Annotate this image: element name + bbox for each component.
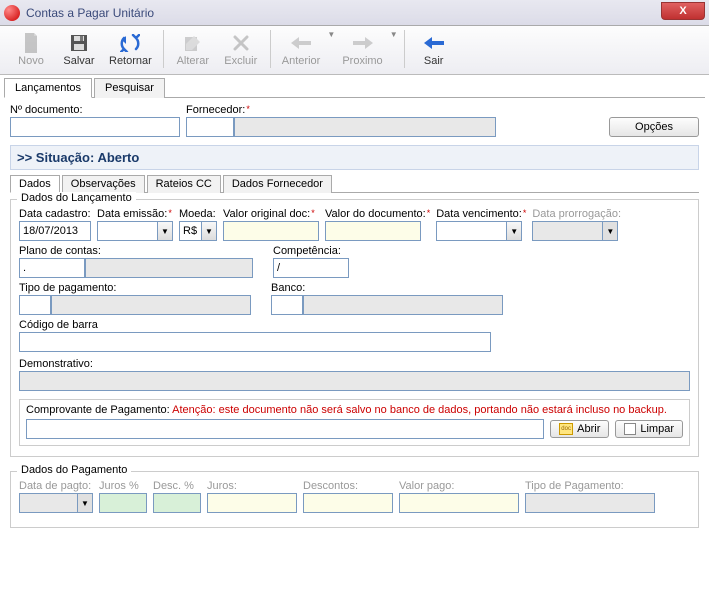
data-cadastro-label: Data cadastro:	[19, 208, 91, 220]
demonstrativo-label: Demonstrativo:	[19, 358, 690, 370]
valor-original-label: Valor original doc:	[223, 208, 319, 220]
codigo-barra-label: Código de barra	[19, 319, 491, 331]
data-prorrogacao-dropdown: ▼	[602, 221, 618, 241]
undo-icon	[120, 33, 140, 53]
banco-desc[interactable]	[303, 295, 503, 315]
tipo-pagamento-code[interactable]	[19, 295, 51, 315]
data-emissao-input[interactable]	[97, 221, 157, 241]
data-emissao-dropdown[interactable]: ▼	[157, 221, 173, 241]
comprovante-warning: Atenção: este documento não será salvo n…	[172, 404, 667, 416]
group-lancamento-title: Dados do Lançamento	[17, 192, 136, 204]
comprovante-label: Comprovante de Pagamento:	[26, 404, 172, 416]
group-pagamento-title: Dados do Pagamento	[17, 464, 131, 476]
juros-label: Juros:	[207, 480, 297, 492]
close-button[interactable]: X	[661, 2, 705, 20]
tab-lancamentos[interactable]: Lançamentos	[4, 78, 92, 98]
tipo-pagamento-label: Tipo de pagamento:	[19, 282, 251, 294]
data-emissao-label: Data emissão:	[97, 208, 173, 220]
fornecedor-desc-input[interactable]	[234, 117, 496, 137]
data-prorrogacao-label: Data prorrogação:	[532, 208, 621, 220]
tipo-pagamento-desc[interactable]	[51, 295, 251, 315]
status-section: >> Situação: Aberto	[10, 145, 699, 170]
moeda-input[interactable]	[179, 221, 201, 241]
valor-pago-label: Valor pago:	[399, 480, 519, 492]
banco-label: Banco:	[271, 282, 503, 294]
novo-button[interactable]: Novo	[8, 30, 54, 70]
clear-icon	[624, 423, 636, 435]
data-cadastro-input[interactable]	[19, 221, 91, 241]
app-icon	[4, 5, 20, 21]
arrow-left-icon	[291, 33, 311, 53]
edit-icon	[183, 33, 203, 53]
save-icon	[69, 33, 89, 53]
descontos-label: Descontos:	[303, 480, 393, 492]
retornar-button[interactable]: Retornar	[104, 30, 157, 70]
valor-pago-input	[399, 493, 519, 513]
proximo-button[interactable]: Proximo	[337, 30, 387, 70]
data-vencimento-input[interactable]	[436, 221, 506, 241]
valor-documento-label: Valor do documento:	[325, 208, 430, 220]
comprovante-box: Comprovante de Pagamento: Atenção: este …	[19, 399, 690, 446]
desc-pct-label: Desc. %	[153, 480, 201, 492]
plano-contas-desc[interactable]	[85, 258, 253, 278]
window-title: Contas a Pagar Unitário	[26, 6, 154, 20]
subtab-dados[interactable]: Dados	[10, 175, 60, 193]
num-documento-label: Nº documento:	[10, 104, 180, 116]
subtab-dados-fornecedor[interactable]: Dados Fornecedor	[223, 175, 332, 193]
proximo-dropdown[interactable]: ▼	[390, 30, 398, 39]
valor-original-input[interactable]	[223, 221, 319, 241]
moeda-dropdown[interactable]: ▼	[201, 221, 217, 241]
opcoes-button[interactable]: Opções	[609, 117, 699, 137]
salvar-button[interactable]: Salvar	[56, 30, 102, 70]
toolbar: Novo Salvar Retornar Alterar Excluir Ant…	[0, 26, 709, 75]
anterior-button[interactable]: Anterior	[277, 30, 326, 70]
data-pagto-label: Data de pagto:	[19, 480, 93, 492]
tipo-pagamento2-label: Tipo de Pagamento:	[525, 480, 655, 492]
comprovante-input[interactable]	[26, 419, 544, 439]
doc-icon: doc	[559, 423, 573, 435]
anterior-dropdown[interactable]: ▼	[327, 30, 335, 39]
data-vencimento-label: Data vencimento:	[436, 208, 526, 220]
banco-code[interactable]	[271, 295, 303, 315]
arrow-right-icon	[353, 33, 373, 53]
fornecedor-label: Fornecedor:	[186, 104, 496, 116]
subtab-rateios[interactable]: Rateios CC	[147, 175, 221, 193]
exit-icon	[424, 33, 444, 53]
limpar-button[interactable]: Limpar	[615, 420, 683, 438]
tipo-pagamento2-input	[525, 493, 655, 513]
tab-pesquisar[interactable]: Pesquisar	[94, 78, 165, 98]
descontos-input	[303, 493, 393, 513]
sub-tabs: Dados Observações Rateios CC Dados Forne…	[10, 174, 699, 193]
data-prorrogacao-input	[532, 221, 602, 241]
moeda-label: Moeda:	[179, 208, 217, 220]
excluir-button[interactable]: Excluir	[218, 30, 264, 70]
data-pagto-input	[19, 493, 77, 513]
main-tabs: Lançamentos Pesquisar	[4, 77, 705, 98]
delete-icon	[231, 33, 251, 53]
fornecedor-code-input[interactable]	[186, 117, 234, 137]
juros-pct-input	[99, 493, 147, 513]
abrir-button[interactable]: doc Abrir	[550, 420, 609, 438]
group-dados-pagamento: Dados do Pagamento Data de pagto: ▼ Juro…	[10, 471, 699, 528]
num-documento-input[interactable]	[10, 117, 180, 137]
juros-pct-label: Juros %	[99, 480, 147, 492]
competencia-input[interactable]	[273, 258, 349, 278]
group-dados-lancamento: Dados do Lançamento Data cadastro: Data …	[10, 199, 699, 457]
demonstrativo-input[interactable]	[19, 371, 690, 391]
alterar-button[interactable]: Alterar	[170, 30, 216, 70]
plano-contas-code[interactable]	[19, 258, 85, 278]
new-file-icon	[21, 33, 41, 53]
plano-contas-label: Plano de contas:	[19, 245, 253, 257]
sair-button[interactable]: Sair	[411, 30, 457, 70]
codigo-barra-input[interactable]	[19, 332, 491, 352]
competencia-label: Competência:	[273, 245, 349, 257]
valor-documento-input[interactable]	[325, 221, 421, 241]
data-vencimento-dropdown[interactable]: ▼	[506, 221, 522, 241]
data-pagto-dropdown: ▼	[77, 493, 93, 513]
juros-input	[207, 493, 297, 513]
subtab-observacoes[interactable]: Observações	[62, 175, 145, 193]
desc-pct-input	[153, 493, 201, 513]
